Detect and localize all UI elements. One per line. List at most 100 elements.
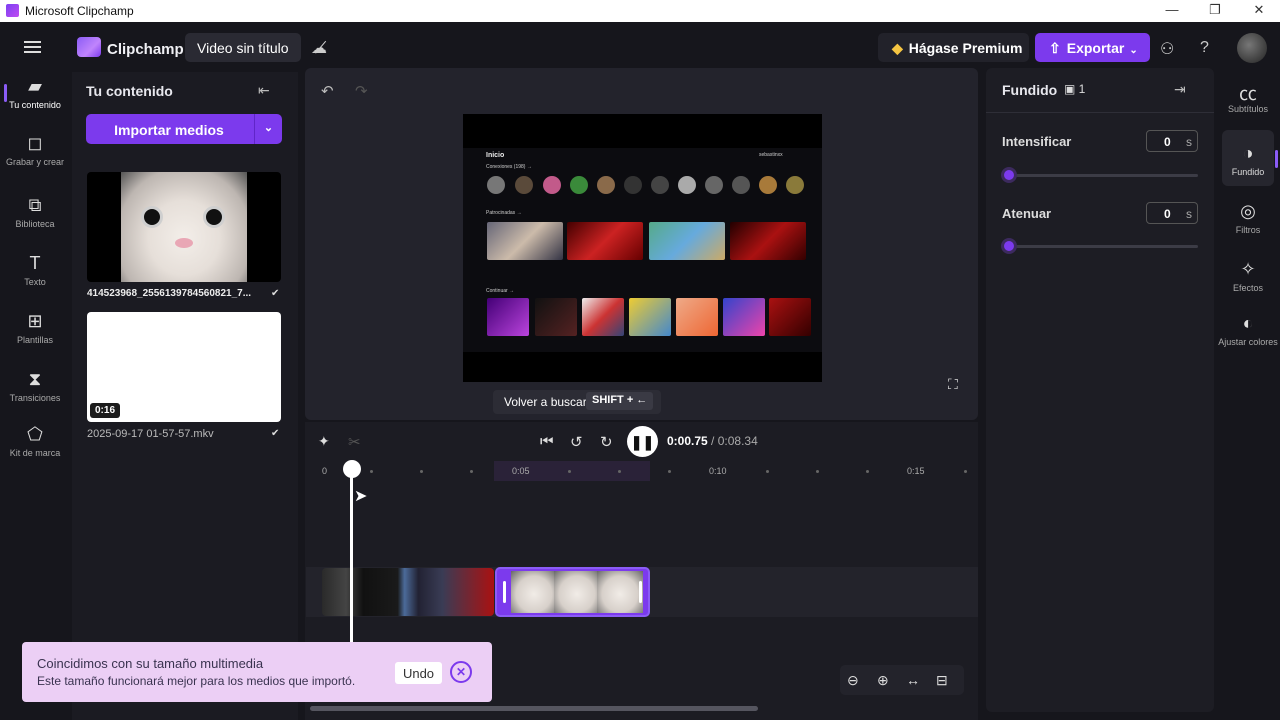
forward-5-icon[interactable]: ↻ [600, 433, 613, 451]
export-button[interactable]: ⇧ Exportar ⌄ [1035, 33, 1150, 62]
fade-icon: ◑ [1242, 143, 1254, 163]
collapse-panel-icon[interactable]: ⇥ [1174, 81, 1186, 98]
media-thumbnail-cat[interactable] [87, 172, 281, 282]
ruler-label: 0 [322, 466, 328, 476]
rail-item-fade[interactable]: ◑ Fundido [1216, 143, 1280, 177]
menu-icon[interactable] [24, 41, 41, 53]
split-scissors-icon[interactable]: ✂ [348, 433, 361, 451]
redo-icon[interactable]: ↷ [355, 82, 368, 100]
library-icon: ⧉ [28, 195, 42, 215]
rail-item-captions[interactable]: ㏄ Subtítulos [1216, 80, 1280, 114]
folder-icon: ▰ [28, 76, 42, 96]
color-adjust-icon: ◐ [1242, 313, 1254, 333]
tooltip-label: Volver a buscar [504, 395, 587, 409]
undo-icon[interactable]: ↶ [321, 82, 334, 100]
image-icon: ▣ [1064, 82, 1079, 96]
playhead-handle[interactable] [343, 460, 361, 478]
rail-item-templates[interactable]: ⊞ Plantillas [0, 311, 70, 345]
frame-user: sebastinxx [759, 152, 783, 158]
collapse-panel-icon[interactable]: ⇤ [258, 82, 270, 99]
share-icon[interactable]: ⚇ [1160, 39, 1174, 59]
diamond-icon: ◆ [892, 40, 903, 56]
fade-out-input[interactable]: 0s [1146, 202, 1198, 224]
cloud-off-icon[interactable]: ☁̸ [311, 38, 327, 58]
magic-edit-icon[interactable]: ✦ [318, 433, 330, 450]
skip-to-start-icon[interactable]: ⏮ [540, 433, 554, 450]
media-filename: 414523968_2556139784560821_7... [87, 288, 252, 299]
avatar[interactable] [1237, 33, 1267, 63]
rail-label: Subtítulos [1227, 104, 1269, 114]
pause-button[interactable]: ❚❚ [627, 426, 658, 457]
camera-icon: ◻ [27, 133, 43, 153]
fade-out-value: 0 [1164, 207, 1171, 221]
rail-label: Texto [24, 277, 46, 287]
fade-in-input[interactable]: 0s [1146, 130, 1198, 152]
current-time: 0:00.75 [667, 434, 708, 448]
rail-item-filters[interactable]: ◎ Filtros [1216, 201, 1280, 235]
rail-item-record[interactable]: ◻ Grabar y crear [0, 133, 70, 167]
check-icon: ✔ [271, 428, 280, 439]
export-label: Exportar [1066, 40, 1125, 56]
undo-button[interactable]: Undo [395, 662, 442, 684]
trim-handle-right[interactable] [639, 581, 642, 603]
video-preview[interactable]: Inicio sebastinxx Conexiones (198) → Pat… [463, 114, 822, 382]
rail-label: Transiciones [9, 393, 61, 403]
rail-label: Efectos [1232, 283, 1263, 293]
rail-label: Ajustar colores [1218, 337, 1278, 347]
app-header: Clipchamp Video sin título ☁̸ ◆ Hágase Pr… [0, 22, 1280, 72]
expand-timeline-icon[interactable]: ⊟ [936, 672, 948, 689]
timeline-clip-cat-selected[interactable] [495, 567, 650, 617]
fade-out-slider-track[interactable] [1010, 245, 1198, 248]
frame-section2: Patrocinadas → [486, 210, 522, 216]
minimize-button[interactable]: — [1163, 2, 1181, 20]
fade-in-slider-track[interactable] [1010, 174, 1198, 177]
media-size-toast: Coincidimos con su tamaño multimedia Est… [22, 642, 492, 702]
panel-title: Tu contenido [86, 83, 173, 99]
close-window-button[interactable]: ✕ [1250, 2, 1268, 20]
panel-title: Fundido [1002, 82, 1058, 98]
premium-button[interactable]: ◆ Hágase Premium [878, 33, 1029, 62]
toast-heading: Coincidimos con su tamaño multimedia [37, 656, 264, 671]
cat-image [121, 172, 247, 282]
rail-item-adjust-colors[interactable]: ◐ Ajustar colores [1216, 313, 1280, 347]
import-label: Importar medios [114, 122, 224, 138]
zoom-controls: ⊖ ⊕ ↔ ⊟ [840, 665, 964, 695]
fullscreen-icon[interactable]: ⛶ [948, 376, 958, 393]
timeline-clip-recording[interactable] [322, 568, 494, 616]
fit-timeline-icon[interactable]: ↔ [906, 672, 920, 688]
chevron-down-icon: ⌄ [1129, 45, 1138, 56]
rail-item-text[interactable]: T Texto [0, 253, 70, 287]
rewind-5-icon[interactable]: ↺ [570, 433, 583, 451]
preview-stage: ↶ ↷ Inicio sebastinxx Conexiones (198) →… [305, 68, 978, 420]
import-media-button[interactable]: Importar medios ⌄ [86, 114, 282, 144]
zoom-in-icon[interactable]: ⊕ [877, 672, 889, 689]
trim-handle-left[interactable] [503, 581, 506, 603]
timeline-scrollbar[interactable] [310, 706, 758, 711]
tooltip-shortcut: SHIFT + ← [586, 392, 654, 410]
transitions-icon: ⧗ [28, 369, 42, 389]
video-title-field[interactable]: Video sin título [185, 33, 301, 62]
clipchamp-logo-icon [77, 37, 101, 57]
fade-out-slider-handle[interactable] [1001, 238, 1017, 254]
rail-item-library[interactable]: ⧉ Biblioteca [0, 195, 70, 229]
playhead[interactable] [350, 462, 353, 642]
window-title-bar: Microsoft Clipchamp — ❐ ✕ [0, 0, 1280, 22]
brand-name: Clipchamp [107, 41, 184, 58]
rail-item-transitions[interactable]: ⧗ Transiciones [0, 369, 70, 403]
rail-item-effects[interactable]: ✧ Efectos [1216, 259, 1280, 293]
upload-icon: ⇧ [1049, 40, 1061, 56]
effects-icon: ✧ [1240, 259, 1256, 279]
close-toast-icon[interactable]: ✕ [450, 661, 472, 683]
frame-home: Inicio [486, 152, 505, 159]
ruler-label: 0:10 [709, 466, 727, 476]
rail-item-brand-kit[interactable]: ⬠ Kit de marca [0, 424, 70, 458]
unit-label: s [1186, 207, 1192, 221]
rail-label: Biblioteca [15, 219, 55, 229]
chevron-down-icon[interactable]: ⌄ [254, 114, 282, 144]
duration-badge: 0:16 [90, 403, 121, 418]
fade-in-slider-handle[interactable] [1001, 167, 1017, 183]
help-icon[interactable]: ? [1200, 39, 1209, 57]
rail-item-your-content[interactable]: ▰ Tu contenido [0, 76, 70, 110]
zoom-out-icon[interactable]: ⊖ [847, 672, 859, 689]
restore-button[interactable]: ❐ [1206, 2, 1224, 20]
